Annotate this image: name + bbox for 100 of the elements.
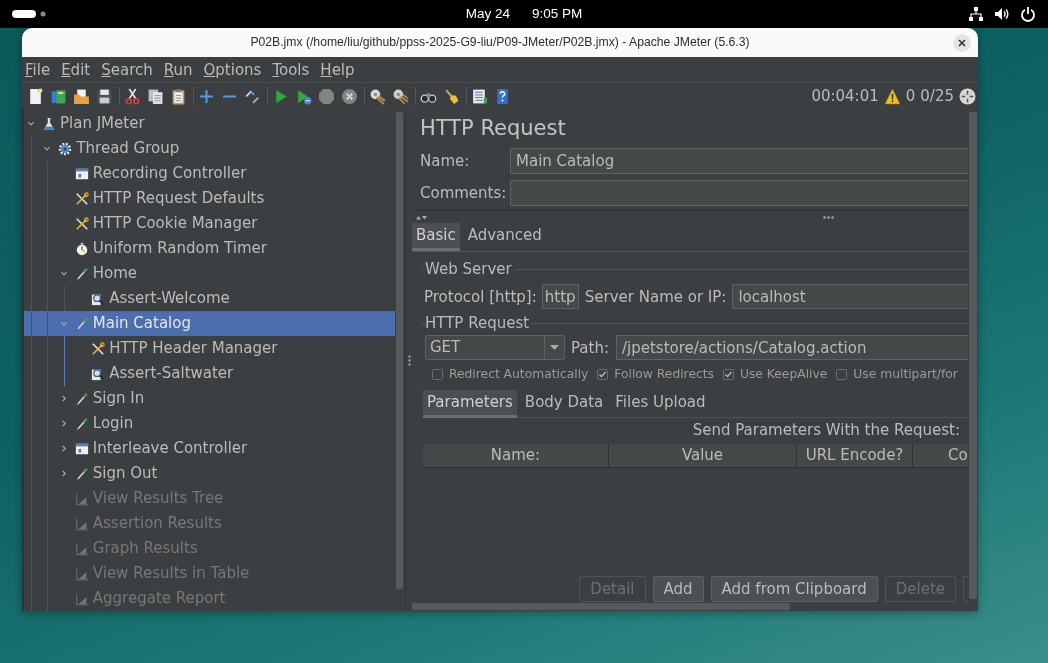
tree-item[interactable]: Thread Group xyxy=(24,136,395,161)
checkbox-label: Follow Redirects xyxy=(614,365,714,383)
tree-item[interactable]: HTTP Cookie Manager xyxy=(24,211,395,236)
checkbox-label: Use KeepAlive xyxy=(739,365,828,383)
checkbox[interactable] xyxy=(722,368,734,380)
menu-item[interactable]: Search xyxy=(101,59,153,80)
play-badge-icon[interactable] xyxy=(295,87,312,105)
tab[interactable]: Basic xyxy=(412,223,460,251)
scrollbar[interactable] xyxy=(969,112,977,599)
column-header[interactable]: Co xyxy=(913,444,968,467)
bar-chart-icon xyxy=(74,516,89,531)
tree-item[interactable]: Recording Controller xyxy=(24,161,395,186)
checkbox[interactable] xyxy=(432,368,443,380)
chevron-down-icon[interactable] xyxy=(59,269,68,278)
tree-item[interactable]: Home xyxy=(24,261,395,286)
action-button[interactable]: Add from Clipboard xyxy=(710,576,878,602)
action-button[interactable]: Add xyxy=(652,576,704,602)
tree-item[interactable]: HTTP Header Manager xyxy=(24,336,395,361)
tree-item[interactable]: Plan JMeter xyxy=(24,111,395,136)
power-icon[interactable] xyxy=(1020,6,1036,22)
column-header[interactable]: Value xyxy=(609,444,797,467)
path-field[interactable]: /jpetstore/actions/Catalog.action xyxy=(616,335,968,360)
server-field[interactable]: localhost xyxy=(732,284,968,309)
workspace-indicator-icon[interactable] xyxy=(12,9,46,19)
crosshair-icon[interactable] xyxy=(959,87,976,105)
column-header[interactable]: Name: xyxy=(423,444,609,467)
books-icon[interactable] xyxy=(50,87,67,105)
menu-item[interactable]: File xyxy=(25,59,51,80)
chevron-right-icon[interactable] xyxy=(59,469,68,478)
chevron-down-icon[interactable] xyxy=(43,144,52,153)
clipboard-icon[interactable] xyxy=(170,87,187,105)
broom-icon[interactable] xyxy=(443,87,460,105)
tree-item[interactable]: Uniform Random Timer xyxy=(24,236,395,261)
volume-icon[interactable] xyxy=(994,6,1010,22)
grip-dots-icon[interactable] xyxy=(407,354,411,366)
table-caption: Send Parameters With the Request: xyxy=(691,421,961,439)
new-document-icon[interactable] xyxy=(27,87,44,105)
tree-item[interactable]: Main Catalog xyxy=(24,311,395,336)
menu-item[interactable]: Run xyxy=(163,59,193,80)
scissors-icon[interactable] xyxy=(124,87,141,105)
crossed-tools-icon xyxy=(91,341,106,356)
pipette-icon xyxy=(74,416,89,431)
tab[interactable]: Files Upload xyxy=(611,390,710,418)
tab[interactable]: Body Data xyxy=(520,390,608,418)
tree-item[interactable]: Assert-Saltwater xyxy=(24,361,395,386)
tree-item[interactable]: Login xyxy=(24,411,395,436)
up-down-arrows-icon[interactable] xyxy=(416,214,427,220)
menu-item[interactable]: Options xyxy=(203,59,262,80)
tab[interactable]: Advanced xyxy=(463,223,546,251)
close-button[interactable] xyxy=(953,33,971,52)
magnifier-icon xyxy=(91,291,106,306)
comments-field[interactable] xyxy=(510,180,968,206)
gear-broom-icon[interactable] xyxy=(392,87,409,105)
field-label: Name: xyxy=(420,152,471,170)
group-title: Web Server xyxy=(425,260,512,278)
checkbox[interactable] xyxy=(836,368,848,380)
plus-icon[interactable] xyxy=(198,87,215,105)
checkbox-label: Redirect Automatically xyxy=(449,365,589,383)
tab[interactable]: Parameters xyxy=(423,390,517,418)
chevron-down-icon[interactable] xyxy=(27,119,35,128)
protocol-field[interactable]: http xyxy=(541,284,579,309)
chevron-right-icon[interactable] xyxy=(59,419,68,428)
checkbox[interactable] xyxy=(597,368,609,380)
column-header[interactable]: URL Encode? xyxy=(797,444,913,467)
save-icon[interactable] xyxy=(96,87,113,105)
checkbox-label: Use multipart/for xyxy=(853,365,958,383)
field-label: Server Name or IP: xyxy=(584,287,727,306)
tree-item[interactable]: Interleave Controller xyxy=(24,436,395,461)
field-label: Protocol [http]: xyxy=(424,287,537,306)
stopwatch-icon xyxy=(74,241,89,256)
clock-text[interactable]: 9:05 PM xyxy=(532,3,583,25)
tree-item[interactable]: Sign In xyxy=(24,386,395,411)
tree-item[interactable]: Sign Out xyxy=(24,461,395,486)
bar-chart-icon xyxy=(74,591,89,606)
date-text[interactable]: May 24 xyxy=(465,3,510,25)
tree-item[interactable]: Assert-Welcome xyxy=(24,286,395,311)
group-title: HTTP Request xyxy=(425,314,530,332)
scrollbar[interactable] xyxy=(412,603,790,610)
panel-title: HTTP Request xyxy=(419,116,567,140)
list-icon[interactable] xyxy=(471,87,488,105)
help-icon[interactable] xyxy=(494,87,511,105)
copy-icon[interactable] xyxy=(147,87,164,105)
pipette-icon xyxy=(74,266,89,281)
menu-item[interactable]: Help xyxy=(320,59,355,80)
grip-dots-icon[interactable] xyxy=(823,215,834,219)
chevron-right-icon[interactable] xyxy=(59,394,68,403)
bar-chart-icon xyxy=(74,491,89,506)
folder-icon[interactable] xyxy=(73,87,90,105)
crossed-tools-icon xyxy=(74,191,89,206)
warning-icon[interactable] xyxy=(883,87,901,105)
scrollbar[interactable] xyxy=(396,112,403,589)
menu-item[interactable]: Tools xyxy=(272,59,310,80)
chevron-right-icon[interactable] xyxy=(59,444,68,453)
tree-item[interactable]: HTTP Request Defaults xyxy=(24,186,395,211)
menu-item[interactable]: Edit xyxy=(61,59,91,80)
method-dropdown[interactable]: GET xyxy=(425,335,565,360)
network-icon[interactable] xyxy=(968,6,984,22)
gear-broom-icon[interactable] xyxy=(369,87,386,105)
name-field[interactable]: Main Catalog xyxy=(510,148,968,174)
crossed-tools-icon xyxy=(74,216,89,231)
